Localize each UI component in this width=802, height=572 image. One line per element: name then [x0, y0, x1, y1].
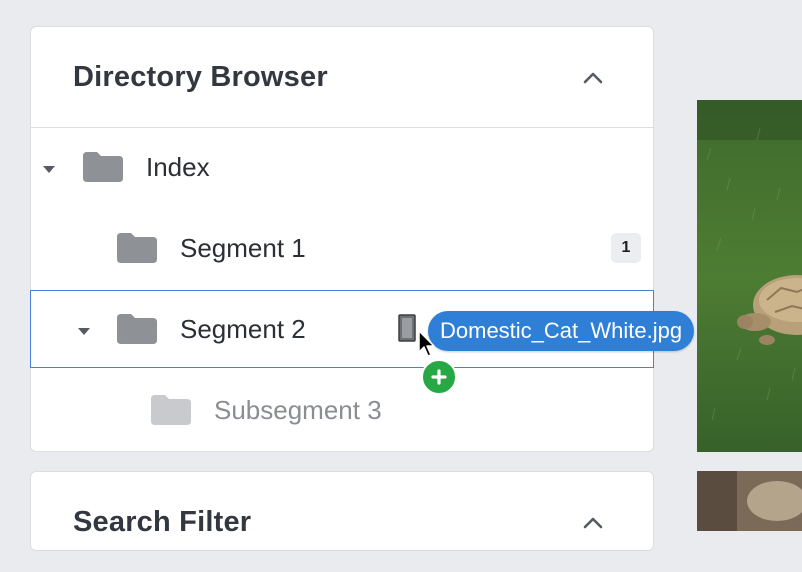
- panel-title: Directory Browser: [73, 61, 328, 93]
- plus-circle-icon: [421, 359, 457, 395]
- dragged-file-chip[interactable]: Domestic_Cat_White.jpg: [428, 311, 695, 351]
- photo-thumbnail[interactable]: [697, 100, 802, 452]
- chevron-up-icon: [583, 517, 603, 529]
- dragged-file-name: Domestic_Cat_White.jpg: [440, 318, 683, 343]
- count-badge: 1: [611, 233, 641, 263]
- tree-item-label: Subsegment 3: [214, 395, 382, 425]
- directory-browser-panel: Directory Browser Index Segment 1 1 Segm…: [30, 26, 654, 452]
- directory-browser-header: Directory Browser: [31, 27, 653, 128]
- photo-thumbnail[interactable]: [697, 471, 802, 531]
- chevron-up-icon: [583, 72, 603, 84]
- file-icon: [398, 314, 416, 342]
- caret-down-icon[interactable]: [78, 328, 90, 335]
- collapse-button[interactable]: [571, 504, 615, 542]
- folder-icon: [117, 233, 157, 263]
- folder-icon: [83, 152, 123, 182]
- photo-image: [697, 471, 802, 531]
- tree-item-index[interactable]: Index: [31, 128, 653, 206]
- search-filter-panel: Search Filter: [30, 471, 654, 551]
- arrow-cursor-icon: [418, 330, 435, 357]
- folder-icon: [151, 395, 191, 425]
- collapse-button[interactable]: [571, 59, 615, 97]
- folder-icon: [117, 314, 157, 344]
- caret-down-icon[interactable]: [43, 166, 55, 173]
- search-filter-header: Search Filter: [31, 472, 653, 572]
- tree-item-subsegment-3[interactable]: Subsegment 3: [31, 371, 653, 449]
- photo-image: [697, 100, 802, 452]
- tree-item-label: Index: [146, 152, 210, 182]
- tree-item-label: Segment 2: [180, 314, 306, 344]
- tree-item-segment-1[interactable]: Segment 1 1: [31, 209, 653, 287]
- tree-item-label: Segment 1: [180, 233, 306, 263]
